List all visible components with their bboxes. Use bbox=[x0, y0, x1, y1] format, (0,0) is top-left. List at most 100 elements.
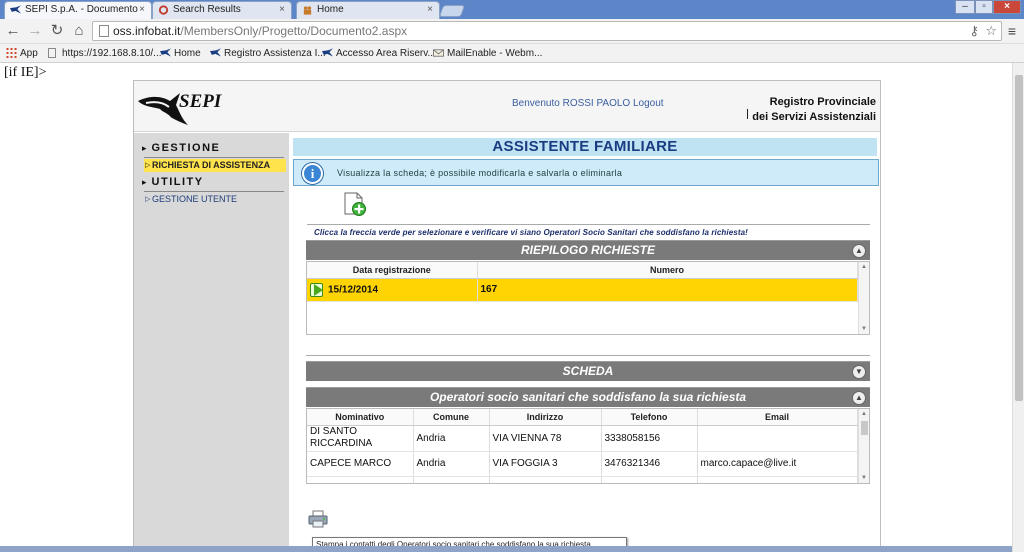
new-tab-button[interactable] bbox=[438, 5, 466, 17]
cell-telefono: 3338058156 bbox=[601, 425, 698, 452]
menu-icon[interactable]: ≡ bbox=[1004, 23, 1020, 39]
tab-title: Search Results bbox=[173, 4, 241, 15]
green-arrow-icon[interactable] bbox=[310, 282, 323, 297]
logout-link[interactable]: Logout bbox=[633, 98, 664, 109]
cell-data-registrazione: 15/12/2014 bbox=[307, 278, 478, 302]
riepilogo-table: Data registrazione Numero 15/12/2014 167 bbox=[307, 262, 858, 302]
close-window-button[interactable]: × bbox=[993, 0, 1021, 14]
scheda-panel-header[interactable]: SCHEDA ▼ bbox=[306, 361, 870, 381]
cell-email bbox=[697, 476, 858, 483]
cell-telefono: 3476321346 bbox=[601, 451, 698, 477]
scroll-thumb[interactable] bbox=[861, 421, 868, 435]
chevron-down-icon[interactable]: ▼ bbox=[852, 365, 866, 379]
spiral-icon bbox=[158, 5, 169, 15]
reload-icon[interactable]: ↻ bbox=[48, 22, 66, 40]
close-tab-icon[interactable]: × bbox=[139, 2, 145, 18]
column-header[interactable]: Comune bbox=[413, 409, 490, 426]
riepilogo-title: RIEPILOGO RICHIESTE bbox=[520, 243, 655, 257]
url-path: /MembersOnly/Progetto/Documento2.aspx bbox=[180, 24, 408, 38]
bookmark-apps[interactable]: App bbox=[6, 46, 38, 61]
star-icon[interactable]: ☆ bbox=[985, 22, 997, 40]
maximize-button[interactable]: ▫ bbox=[975, 0, 993, 14]
ie-conditional-text: [if IE]> bbox=[4, 65, 47, 80]
bookmark-label: Accesso Area Riserv... bbox=[336, 48, 436, 59]
bookmark-accesso[interactable]: Accesso Area Riserv... bbox=[322, 46, 436, 61]
bookmark-registro[interactable]: Registro Assistenza I... bbox=[210, 46, 326, 61]
column-header[interactable]: Numero bbox=[477, 262, 858, 279]
bookmark-label: MailEnable - Webm... bbox=[447, 48, 543, 59]
sidebar-item-richiesta-assistenza[interactable]: RICHIESTA DI ASSISTENZA bbox=[144, 159, 286, 172]
scroll-up-icon[interactable]: ▲ bbox=[861, 411, 867, 417]
cell-nominativo: CAPECE MARCO bbox=[307, 451, 414, 477]
back-icon[interactable]: ← bbox=[4, 22, 22, 40]
url-host: oss.infobat.it bbox=[113, 24, 181, 38]
cell-text: 15/12/2014 bbox=[328, 284, 379, 296]
browser-tab-search[interactable]: Search Results × bbox=[152, 1, 292, 19]
divider bbox=[144, 157, 284, 158]
column-header[interactable]: Nominativo bbox=[307, 409, 414, 426]
close-tab-icon[interactable]: × bbox=[279, 2, 285, 18]
operatori-panel-header[interactable]: Operatori socio sanitari che soddisfano … bbox=[306, 387, 870, 407]
people-icon bbox=[303, 6, 312, 15]
registry-title-line2: dei Servizi Assistenziali bbox=[752, 111, 876, 123]
column-header[interactable]: Email bbox=[697, 409, 858, 426]
operatori-scrollbar[interactable]: ▲ ▼ bbox=[858, 409, 869, 483]
cell-nominativo bbox=[307, 476, 414, 483]
scheda-title: SCHEDA bbox=[562, 364, 614, 378]
table-row[interactable]: 15/12/2014 167 bbox=[307, 278, 858, 302]
address-bar[interactable]: oss.infobat.it/MembersOnly/Progetto/Docu… bbox=[92, 21, 1002, 41]
cell-indirizzo: VIA FOGGIA 3 bbox=[489, 451, 602, 477]
registry-title-line1: Registro Provinciale bbox=[769, 96, 876, 108]
page-scrollbar[interactable] bbox=[1012, 63, 1024, 552]
instruction-text: Clicca la freccia verde per selezionare … bbox=[314, 228, 748, 237]
column-header[interactable]: Telefono bbox=[601, 409, 698, 426]
divider bbox=[144, 191, 284, 192]
chevron-up-icon[interactable]: ▲ bbox=[852, 244, 866, 258]
info-icon: i bbox=[302, 163, 323, 184]
bookmark-label: https://192.168.8.10/... bbox=[62, 48, 162, 59]
cell-comune bbox=[413, 476, 490, 483]
table-row[interactable]: DI SANTO RICCARDINA Andria VIA VIENNA 78… bbox=[307, 425, 858, 452]
table-row[interactable]: CAPECE MARCO Andria VIA FOGGIA 3 3476321… bbox=[307, 451, 858, 477]
info-banner: i Visualizza la scheda; è possibile modi… bbox=[293, 159, 879, 186]
bookmark-home[interactable]: Home bbox=[160, 46, 201, 61]
operatori-table: Nominativo Comune Indirizzo Telefono Ema… bbox=[307, 409, 858, 483]
cell-telefono bbox=[601, 476, 698, 483]
browser-tab-home[interactable]: Home × bbox=[296, 1, 440, 19]
minimize-button[interactable]: – bbox=[955, 0, 975, 14]
forward-icon[interactable]: → bbox=[26, 22, 44, 40]
chevron-up-icon[interactable]: ▲ bbox=[852, 391, 866, 405]
sidebar-heading-utility[interactable]: UTILITY bbox=[142, 176, 204, 188]
bookmark-ip[interactable]: https://192.168.8.10/... bbox=[48, 46, 162, 61]
main-content: ASSISTENTE FAMILIARE i Visualizza la sch… bbox=[292, 136, 880, 552]
page-viewport: [if IE]> SEPI Benvenuto ROSSI PAOLO Logo… bbox=[0, 63, 1012, 552]
riepilogo-scrollbar[interactable]: ▲ ▼ bbox=[858, 262, 869, 334]
cell-indirizzo: VIA VIENNA 78 bbox=[489, 425, 602, 452]
close-tab-icon[interactable]: × bbox=[427, 2, 433, 18]
operatori-title: Operatori socio sanitari che soddisfano … bbox=[429, 390, 747, 404]
scroll-up-icon[interactable]: ▲ bbox=[861, 264, 867, 270]
bookmarks-bar: App https://192.168.8.10/... Home Regist… bbox=[0, 44, 1024, 63]
scroll-down-icon[interactable]: ▼ bbox=[861, 326, 867, 332]
sepi-bird-icon bbox=[10, 5, 21, 14]
browser-tab-sepi[interactable]: SEPI S.p.A. - Documento × bbox=[4, 1, 152, 19]
key-icon[interactable]: ⚷ bbox=[969, 22, 979, 40]
scroll-down-icon[interactable]: ▼ bbox=[861, 475, 867, 481]
riepilogo-panel-header[interactable]: RIEPILOGO RICHIESTE ▲ bbox=[306, 240, 870, 260]
bookmark-mailenable[interactable]: MailEnable - Webm... bbox=[433, 46, 542, 61]
table-row[interactable]: VIA SANTA bbox=[307, 476, 858, 483]
column-header[interactable]: Data registrazione bbox=[307, 262, 478, 279]
printer-icon[interactable] bbox=[308, 510, 328, 528]
sidebar-item-gestione-utente[interactable]: GESTIONE UTENTE bbox=[144, 193, 286, 206]
app-frame: SEPI Benvenuto ROSSI PAOLO Logout Regist… bbox=[133, 80, 881, 552]
home-icon[interactable]: ⌂ bbox=[70, 22, 88, 40]
text-cursor bbox=[747, 109, 748, 119]
sepi-bird-icon bbox=[210, 48, 221, 57]
column-header[interactable]: Indirizzo bbox=[489, 409, 602, 426]
cell-numero: 167 bbox=[477, 278, 858, 302]
sepi-bird-icon bbox=[160, 48, 171, 57]
sidebar-heading-gestione[interactable]: GESTIONE bbox=[142, 142, 220, 154]
add-document-icon[interactable] bbox=[344, 192, 366, 216]
scroll-thumb[interactable] bbox=[1015, 75, 1023, 401]
cell-email: marco.capace@live.it bbox=[697, 451, 858, 477]
